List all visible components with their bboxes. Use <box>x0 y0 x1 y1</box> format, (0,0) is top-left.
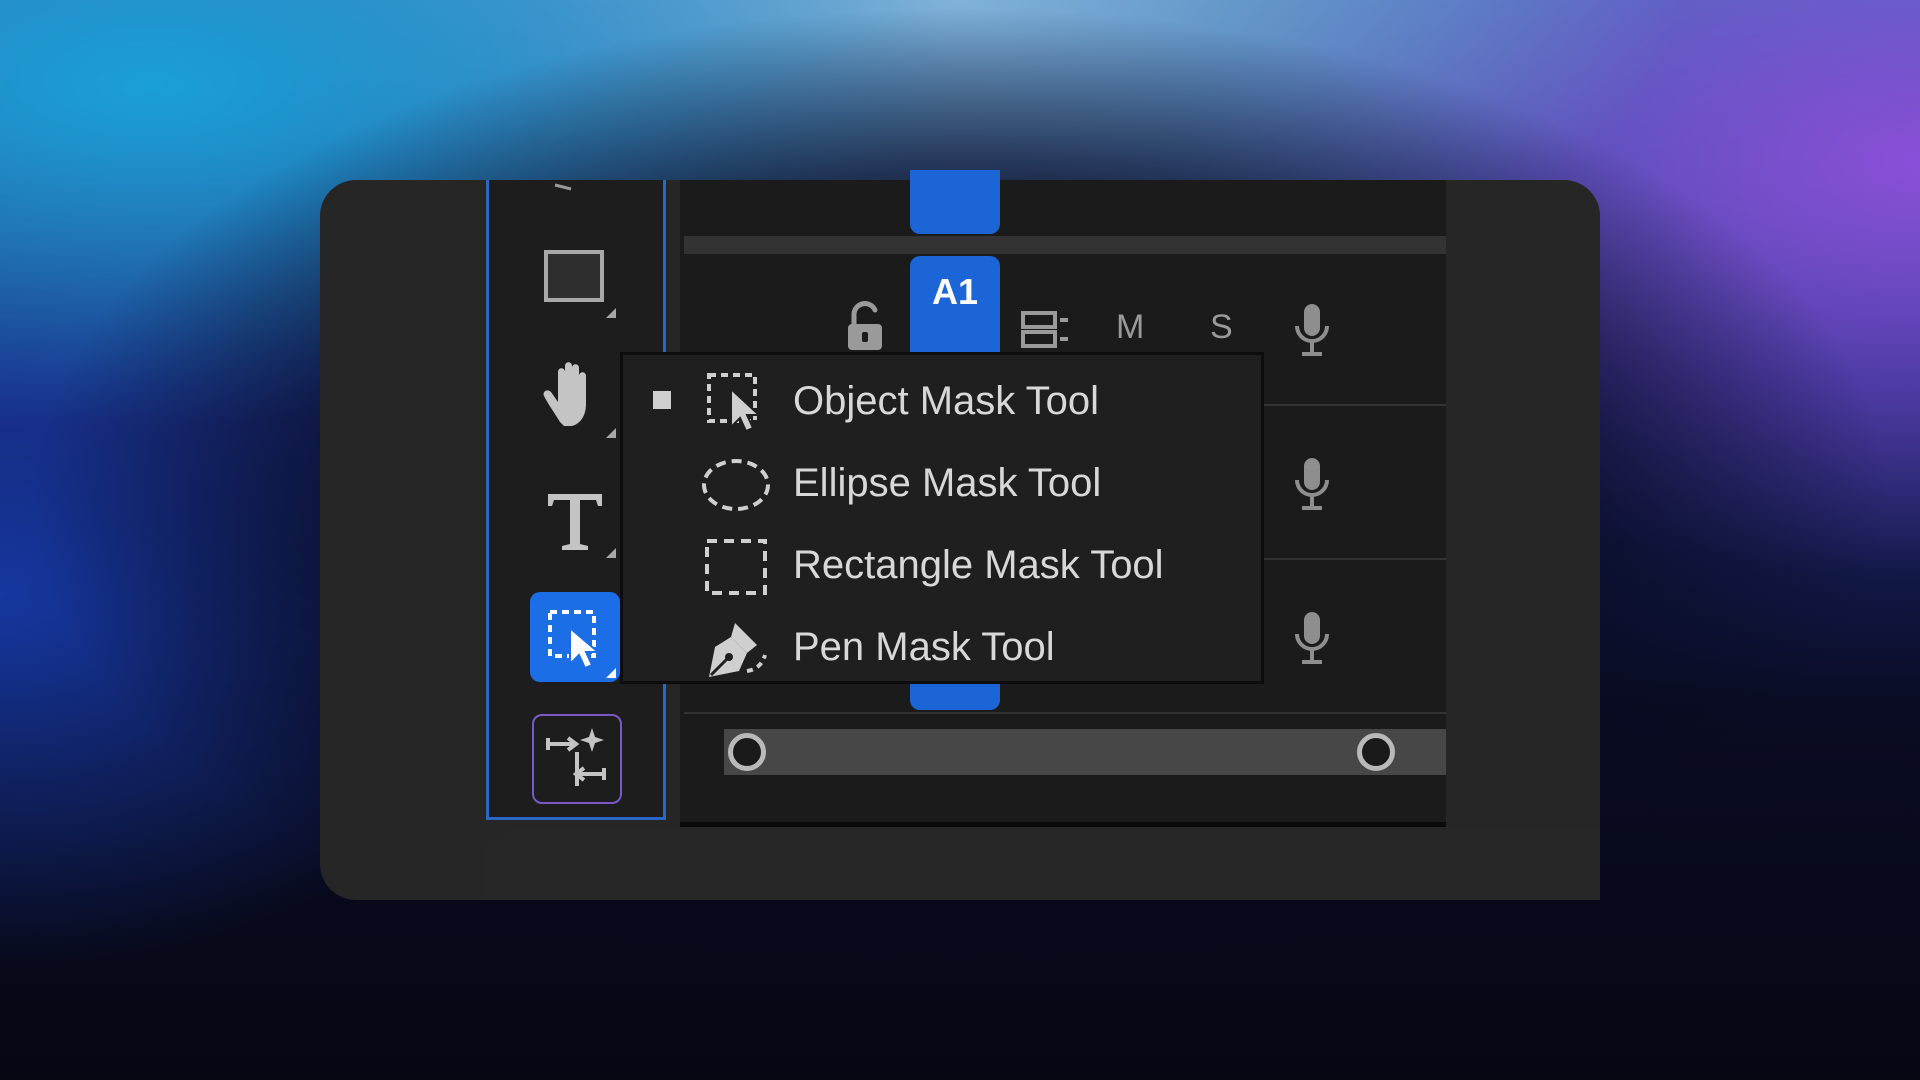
remix-icon <box>546 728 606 786</box>
sync-lock-icon[interactable] <box>1020 310 1070 350</box>
menu-item-ellipse-mask-tool[interactable]: Ellipse Mask Tool <box>623 443 1261 523</box>
timeline-divider <box>680 822 1446 827</box>
menu-item-label: Object Mask Tool <box>793 378 1100 423</box>
checkmark-icon <box>653 391 671 409</box>
track-separator <box>684 236 1446 254</box>
object-mask-icon <box>548 610 616 678</box>
track-divider <box>1240 558 1446 560</box>
video-track-target[interactable] <box>910 170 1000 234</box>
track-divider <box>684 712 1446 714</box>
track-divider <box>1240 404 1446 406</box>
rectangle-tool[interactable] <box>530 232 620 322</box>
rectangle-mask-icon <box>701 531 771 601</box>
microphone-icon[interactable] <box>1292 300 1332 360</box>
scrollbar-start-handle[interactable] <box>728 733 766 771</box>
object-mask-tool[interactable] <box>530 592 620 682</box>
rectangle-icon <box>544 250 616 318</box>
scrollbar-end-handle[interactable] <box>1357 733 1395 771</box>
remix-tool[interactable] <box>532 714 622 804</box>
menu-item-object-mask-tool[interactable]: Object Mask Tool <box>623 361 1261 441</box>
solo-button[interactable]: S <box>1210 308 1233 347</box>
timeline-zoom-scrollbar[interactable] <box>724 729 1446 775</box>
panel-bottom-area <box>484 830 1600 900</box>
menu-item-label: Rectangle Mask Tool <box>793 542 1164 587</box>
menu-item-label: Pen Mask Tool <box>793 624 1055 669</box>
pen-mask-icon <box>701 613 771 683</box>
track-label[interactable]: A1 <box>910 256 1000 328</box>
microphone-icon[interactable] <box>1292 608 1332 668</box>
menu-item-label: Ellipse Mask Tool <box>793 460 1102 505</box>
hand-tool[interactable] <box>530 352 620 442</box>
object-mask-icon <box>701 367 771 437</box>
menu-item-rectangle-mask-tool[interactable]: Rectangle Mask Tool <box>623 525 1261 605</box>
menu-item-pen-mask-tool[interactable]: Pen Mask Tool <box>623 607 1261 687</box>
ellipse-mask-icon <box>701 449 771 519</box>
partial-tool-icon <box>553 178 573 191</box>
lock-open-icon[interactable] <box>842 300 888 354</box>
type-tool[interactable] <box>530 472 620 562</box>
microphone-icon[interactable] <box>1292 454 1332 514</box>
hand-icon <box>543 362 616 438</box>
type-icon <box>548 494 616 558</box>
mask-tools-menu: Object Mask Tool Ellipse Mask Tool Recta… <box>620 352 1264 684</box>
mute-button[interactable]: M <box>1116 308 1144 347</box>
